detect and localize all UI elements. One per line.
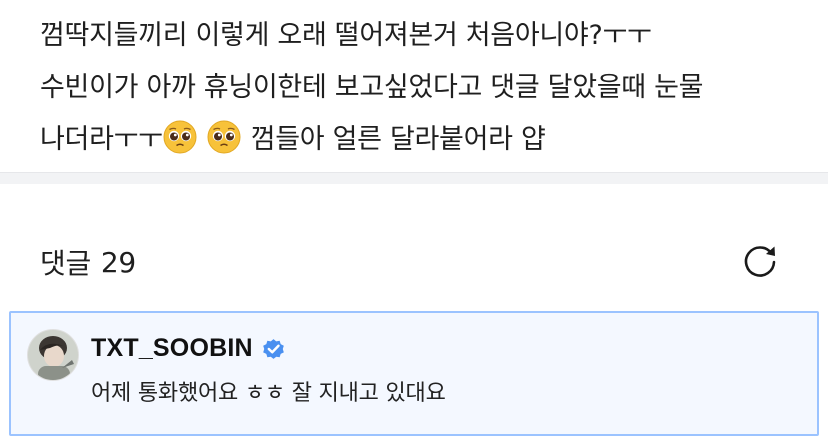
comment-text: 어제 통화했어요 ㅎㅎ 잘 지내고 있대요 — [91, 381, 446, 406]
highlighted-comment[interactable]: TXT_SOOBIN 어제 통화했어요 ㅎㅎ 잘 지내고 있대요 — [9, 311, 819, 436]
pleading-face-icon — [163, 120, 197, 154]
comments-count: 29 — [100, 245, 136, 279]
post-line: 나더라ㅜㅜ 껌들아 얼른 달라붙어라 얍 — [40, 114, 820, 166]
verified-badge-icon — [262, 338, 284, 359]
post-body: 껌딱지들끼리 이렇게 오래 떨어져본거 처음아니야?ㅜㅜ 수빈이가 아까 휴닝이… — [40, 10, 820, 166]
comments-header: 댓글 29 — [40, 240, 136, 284]
section-divider — [0, 172, 828, 184]
post-line-segment: 껌들아 얼른 달라붙어라 얍 — [250, 124, 546, 155]
post-line: 수빈이가 아까 휴닝이한테 보고싶었다고 댓글 달았을때 눈물 — [40, 72, 704, 103]
refresh-icon[interactable] — [738, 240, 782, 284]
pleading-face-icon — [207, 120, 241, 154]
avatar-image — [28, 330, 78, 380]
comments-label: 댓글 — [40, 247, 91, 280]
post-line: 껌딱지들끼리 이렇게 오래 떨어져본거 처음아니야?ㅜㅜ — [40, 20, 652, 51]
comment-author-row: TXT_SOOBIN — [91, 331, 286, 365]
avatar[interactable] — [27, 329, 79, 381]
post-line-segment: 나더라ㅜㅜ — [40, 124, 163, 155]
comment-author[interactable]: TXT_SOOBIN — [91, 334, 253, 363]
